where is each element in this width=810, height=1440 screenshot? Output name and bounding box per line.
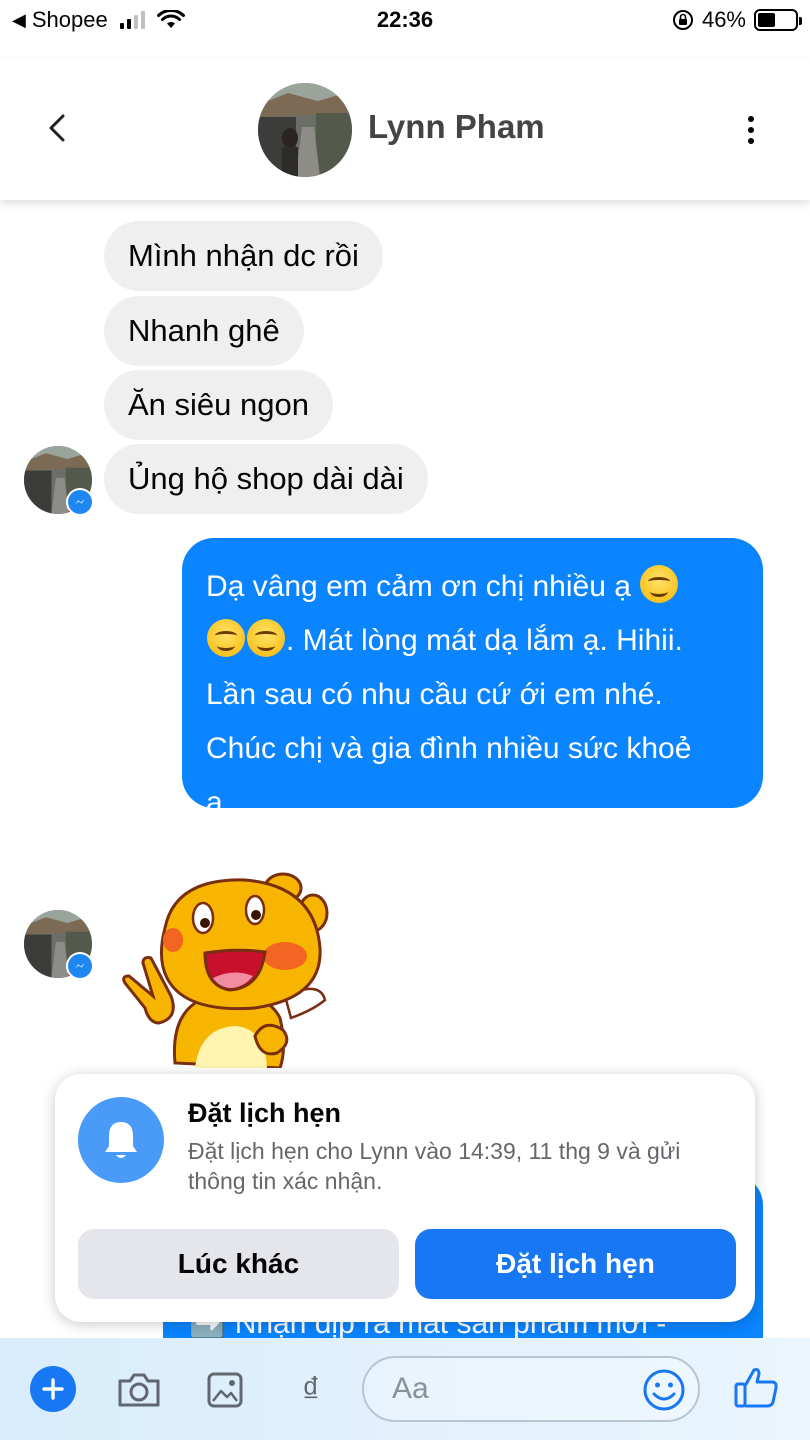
more-vertical-icon[interactable]	[740, 110, 762, 150]
sticker-cartoon-icon[interactable]	[115, 868, 345, 1068]
status-bar-right: 46%	[672, 7, 802, 33]
outgoing-line: Lần sau có nhu cầu cứ ới em nhé.	[206, 678, 663, 711]
incoming-message[interactable]: Mình nhận dc rồi	[104, 221, 383, 291]
message-input[interactable]: Aa	[362, 1356, 700, 1422]
reminder-description: Đặt lịch hẹn cho Lynn vào 14:39, 11 thg …	[188, 1138, 681, 1194]
reminder-title: Đặt lịch hẹn	[188, 1098, 342, 1128]
message-composer: ₫ Aa	[0, 1338, 810, 1440]
incoming-message[interactable]: Ủng hộ shop dài dài	[104, 444, 428, 514]
outgoing-line: . Mát lòng mát dạ lắm ạ. Hihii.	[206, 614, 741, 668]
schedule-appointment-button[interactable]: Đặt lịch hẹn	[415, 1229, 736, 1299]
outgoing-line: Chúc chị và gia đình nhiều sức khoẻ	[206, 732, 692, 765]
image-icon[interactable]	[202, 1368, 248, 1412]
emoji-icon[interactable]	[642, 1368, 686, 1412]
contact-avatar[interactable]	[258, 83, 352, 177]
outgoing-text: . Mát lòng mát dạ lắm ạ. Hihii.	[286, 624, 683, 657]
thumbs-up-icon[interactable]	[732, 1364, 780, 1412]
contact-name[interactable]: Lynn Pham	[368, 108, 545, 146]
chevron-left-icon[interactable]	[38, 108, 78, 148]
battery-level	[758, 13, 775, 27]
outgoing-message[interactable]: Dạ vâng em cảm ơn chị nhiều ạ . Mát lòng…	[182, 538, 763, 819]
smiling-face-emoji-icon	[640, 565, 679, 603]
outgoing-line: ạ.	[206, 786, 232, 819]
plus-icon[interactable]	[30, 1366, 76, 1412]
message-input-placeholder: Aa	[392, 1372, 429, 1405]
messenger-badge-icon	[66, 952, 94, 980]
smiling-face-emoji-icon	[207, 619, 245, 657]
messenger-badge-icon	[66, 488, 94, 516]
conversation-header: Lynn Pham	[0, 58, 810, 200]
later-button[interactable]: Lúc khác	[78, 1229, 399, 1299]
battery-icon	[754, 9, 802, 31]
battery-percent: 46%	[701, 7, 746, 32]
outgoing-text: Dạ vâng em cảm ơn chị nhiều ạ	[206, 570, 631, 603]
currency-symbol: ₫	[301, 1369, 321, 1410]
payment-dong-icon[interactable]: ₫	[288, 1368, 334, 1412]
incoming-message[interactable]: Ăn siêu ngon	[104, 370, 333, 440]
outgoing-line: Dạ vâng em cảm ơn chị nhiều ạ	[206, 560, 741, 614]
incoming-message[interactable]: Nhanh ghê	[104, 296, 304, 366]
camera-icon[interactable]	[116, 1368, 162, 1412]
reminder-card: Đặt lịch hẹn Đặt lịch hẹn cho Lynn vào 1…	[55, 1074, 755, 1322]
bell-icon	[78, 1097, 164, 1183]
orientation-lock-icon	[672, 10, 693, 30]
smiling-face-emoji-icon	[247, 619, 285, 657]
status-bar: ◀ Shopee 22:36 46%	[0, 0, 810, 42]
